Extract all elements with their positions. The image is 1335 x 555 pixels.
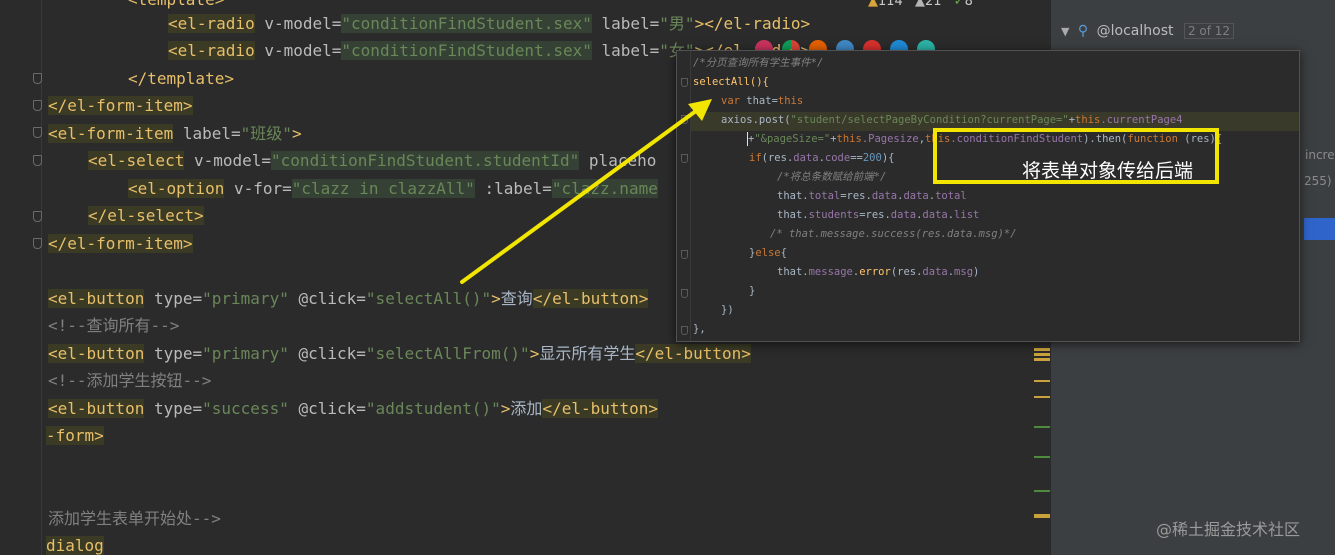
watermark: @稀土掘金技术社区 [1156, 520, 1301, 539]
arrow-shaft [460, 106, 702, 284]
arrow-head [688, 99, 712, 121]
annotation-arrow-icon [460, 99, 712, 284]
